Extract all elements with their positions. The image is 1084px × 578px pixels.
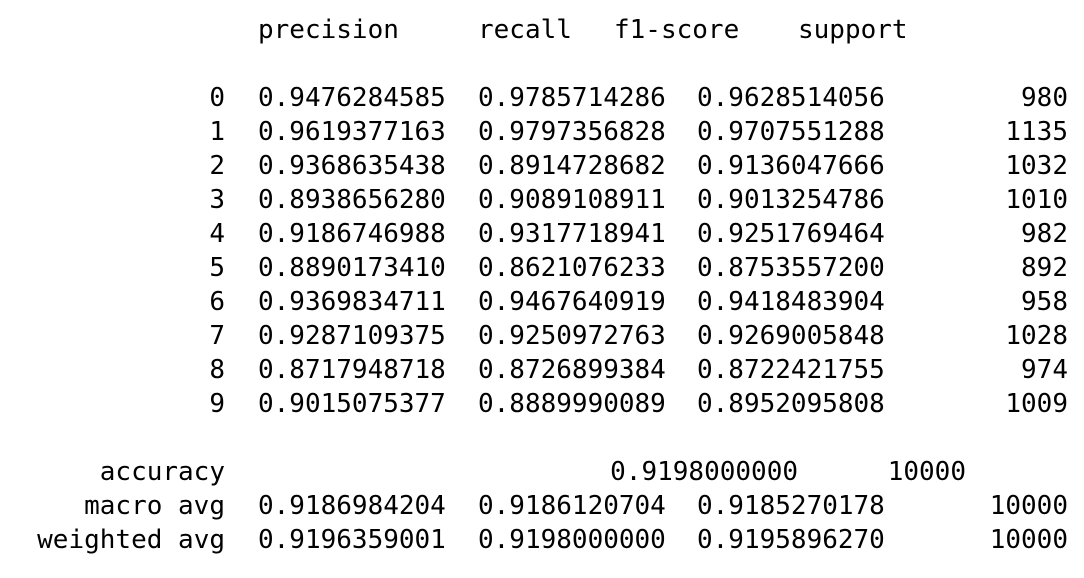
row-support: 974	[1021, 355, 1068, 385]
row-support: 982	[1021, 219, 1068, 249]
weighted-avg-precision: 0.9196359001	[258, 525, 446, 555]
header-precision: precision	[258, 15, 399, 45]
row-precision: 0.8890173410	[258, 253, 446, 283]
header-support: support	[798, 15, 908, 45]
row-f1-score: 0.8753557200	[697, 253, 885, 283]
row-support: 958	[1021, 287, 1068, 317]
row-precision: 0.9186746988	[258, 219, 446, 249]
accuracy-support: 10000	[887, 457, 966, 487]
header-f1-score: f1-score	[614, 15, 740, 45]
row-label: 0	[209, 83, 225, 113]
row-label: 6	[209, 287, 225, 317]
row-f1-score: 0.9628514056	[697, 83, 885, 113]
row-label: 3	[209, 185, 225, 215]
row-f1-score: 0.9136047666	[697, 151, 885, 181]
weighted-avg-recall: 0.9198000000	[478, 525, 666, 555]
row-f1-score: 0.8952095808	[697, 389, 885, 419]
row-precision: 0.9015075377	[258, 389, 446, 419]
row-f1-score: 0.9251769464	[697, 219, 885, 249]
row-precision: 0.9368635438	[258, 151, 446, 181]
classification-report: precision recall f1-score support 0 0.947…	[0, 0, 1084, 578]
row-recall: 0.9785714286	[478, 83, 666, 113]
macro-avg-f1: 0.9185270178	[697, 491, 885, 521]
row-recall: 0.9317718941	[478, 219, 666, 249]
accuracy-label: accuracy	[99, 457, 225, 487]
row-label: 7	[209, 321, 225, 351]
row-precision: 0.8938656280	[258, 185, 446, 215]
macro-avg-label: macro avg	[84, 491, 225, 521]
row-precision: 0.9287109375	[258, 321, 446, 351]
row-support: 1135	[1005, 117, 1068, 147]
row-precision: 0.9619377163	[258, 117, 446, 147]
row-recall: 0.9089108911	[478, 185, 666, 215]
row-precision: 0.9369834711	[258, 287, 446, 317]
macro-avg-precision: 0.9186984204	[258, 491, 446, 521]
row-support: 892	[1021, 253, 1068, 283]
row-recall: 0.8621076233	[478, 253, 666, 283]
row-recall: 0.9467640919	[478, 287, 666, 317]
row-support: 1028	[1005, 321, 1068, 351]
weighted-avg-support: 10000	[989, 525, 1068, 555]
macro-avg-support: 10000	[989, 491, 1068, 521]
row-support: 1009	[1005, 389, 1068, 419]
row-recall: 0.9250972763	[478, 321, 666, 351]
row-label: 5	[209, 253, 225, 283]
weighted-avg-label: weighted avg	[37, 525, 225, 555]
row-label: 9	[209, 389, 225, 419]
accuracy-value: 0.9198000000	[610, 457, 798, 487]
row-precision: 0.9476284585	[258, 83, 446, 113]
row-recall: 0.9797356828	[478, 117, 666, 147]
row-label: 2	[209, 151, 225, 181]
row-label: 4	[209, 219, 225, 249]
row-recall: 0.8889990089	[478, 389, 666, 419]
row-recall: 0.8914728682	[478, 151, 666, 181]
row-f1-score: 0.9013254786	[697, 185, 885, 215]
header-recall: recall	[478, 15, 572, 45]
row-f1-score: 0.9269005848	[697, 321, 885, 351]
row-recall: 0.8726899384	[478, 355, 666, 385]
weighted-avg-f1: 0.9195896270	[697, 525, 885, 555]
row-f1-score: 0.9418483904	[697, 287, 885, 317]
row-support: 1010	[1005, 185, 1068, 215]
row-support: 1032	[1005, 151, 1068, 181]
row-label: 8	[209, 355, 225, 385]
row-f1-score: 0.8722421755	[697, 355, 885, 385]
row-precision: 0.8717948718	[258, 355, 446, 385]
row-support: 980	[1021, 83, 1068, 113]
macro-avg-recall: 0.9186120704	[478, 491, 666, 521]
row-label: 1	[209, 117, 225, 147]
row-f1-score: 0.9707551288	[697, 117, 885, 147]
